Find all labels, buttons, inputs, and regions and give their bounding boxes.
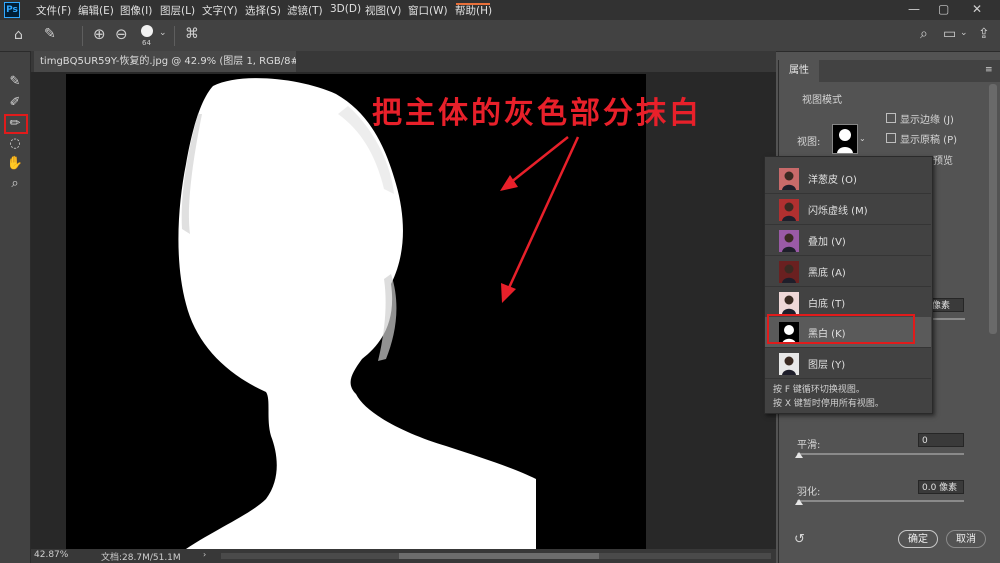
- minimize-button[interactable]: —: [908, 2, 920, 16]
- feather-slider[interactable]: [797, 500, 964, 502]
- view-mode-dropdown: 洋葱皮 (O) 闪烁虚线 (M) 叠加 (V) 黑底 (A) 白底 (T) 黑白…: [764, 156, 933, 414]
- status-bar: 42.87% 文档:28.7M/51.1M ›: [31, 549, 776, 563]
- view-thumbnail[interactable]: [832, 124, 858, 154]
- sample-all-layers-icon[interactable]: ⌘: [185, 26, 199, 42]
- lasso-tool-icon[interactable]: ◌: [6, 135, 24, 153]
- zoom-level[interactable]: 42.87%: [34, 550, 68, 560]
- brush-size-value: 64: [142, 39, 151, 47]
- brush-size-dot-icon[interactable]: [141, 25, 153, 37]
- ok-button[interactable]: 确定: [898, 530, 938, 548]
- view-option-label: 洋葱皮 (O): [808, 175, 857, 186]
- thumbnail-icon: [779, 230, 799, 252]
- document-tab[interactable]: timgBQ5UR59Y-恢复的.jpg @ 42.9% (图层 1, RGB/…: [34, 51, 296, 72]
- document-size-info: 文档:28.7M/51.1M: [101, 553, 181, 563]
- menu-select[interactable]: 选择(S): [245, 3, 281, 18]
- subtract-from-region-icon[interactable]: ⊖: [115, 25, 128, 43]
- dropdown-hint-disable: 按 X 键暂时停用所有视图。: [773, 399, 884, 409]
- show-edge-checkbox[interactable]: [886, 113, 896, 123]
- brush-preset-icon[interactable]: ✎: [44, 26, 56, 42]
- horizontal-scrollbar[interactable]: [221, 553, 771, 559]
- view-option-on-black[interactable]: 黑底 (A): [765, 256, 931, 287]
- share-icon[interactable]: ⇪: [978, 26, 990, 42]
- menu-layer[interactable]: 图层(L): [160, 3, 195, 18]
- selected-option-highlight: [767, 314, 915, 344]
- menu-view[interactable]: 视图(V): [365, 3, 401, 18]
- thumbnail-icon: [779, 261, 799, 283]
- menu-window[interactable]: 窗口(W): [408, 3, 448, 18]
- quick-selection-tool-icon[interactable]: ✎: [6, 73, 24, 91]
- smooth-label: 平滑:: [797, 440, 821, 451]
- view-option-label: 叠加 (V): [808, 237, 846, 248]
- view-option-marching-ants[interactable]: 闪烁虚线 (M): [765, 194, 931, 225]
- menu-type[interactable]: 文字(Y): [202, 3, 238, 18]
- show-original-label: 显示原稿 (P): [900, 135, 958, 146]
- show-original-checkbox[interactable]: [886, 133, 896, 143]
- annotation-arrows: [500, 136, 580, 303]
- dropdown-hint-cycle: 按 F 键循环切换视图。: [773, 385, 865, 395]
- menu-3d[interactable]: 3D(D): [330, 3, 361, 15]
- active-tool-highlight: [4, 114, 28, 134]
- smooth-field[interactable]: 0: [918, 433, 964, 447]
- view-option-label: 闪烁虚线 (M): [808, 206, 868, 217]
- home-icon[interactable]: ⌂: [14, 27, 23, 43]
- feather-label: 羽化:: [797, 487, 821, 498]
- options-separator: [174, 26, 175, 46]
- cancel-button[interactable]: 取消: [946, 530, 986, 548]
- silhouette-icon: [837, 129, 853, 153]
- refine-edge-brush-tool-icon[interactable]: ✐: [6, 94, 24, 112]
- hand-tool-icon[interactable]: ✋: [6, 155, 24, 173]
- document-tab-title: timgBQ5UR59Y-恢复的.jpg @ 42.9% (图层 1, RGB/…: [40, 56, 296, 67]
- feather-slider-thumb[interactable]: [795, 499, 803, 505]
- smooth-slider[interactable]: [797, 453, 964, 455]
- menu-filter[interactable]: 滤镜(T): [287, 3, 323, 18]
- maximize-button[interactable]: ▢: [938, 2, 949, 16]
- radius-field[interactable]: 像素: [928, 298, 964, 312]
- view-option-label: 黑底 (A): [808, 268, 846, 279]
- radius-slider[interactable]: [933, 318, 965, 320]
- view-option-onion-skin[interactable]: 洋葱皮 (O): [765, 163, 931, 194]
- feather-field[interactable]: 0.0 像素: [918, 480, 964, 494]
- workspace-icon[interactable]: ▭: [943, 26, 956, 42]
- chevron-down-icon[interactable]: ⌄: [960, 28, 968, 38]
- view-mode-heading: 视图模式: [802, 95, 842, 106]
- panel-menu-icon[interactable]: ≡: [985, 65, 993, 75]
- menu-edit[interactable]: 编辑(E): [78, 3, 114, 18]
- photoshop-logo: Ps: [4, 2, 20, 18]
- thumbnail-icon: [779, 199, 799, 221]
- view-label: 视图:: [797, 137, 821, 148]
- view-option-layer[interactable]: 图层 (Y): [765, 348, 931, 379]
- thumbnail-icon: [779, 168, 799, 190]
- horizontal-scroll-thumb[interactable]: [399, 553, 599, 559]
- menu-help[interactable]: 帮助(H): [455, 3, 492, 18]
- search-icon[interactable]: ⌕: [920, 26, 928, 42]
- chevron-right-icon[interactable]: ›: [203, 550, 206, 559]
- add-to-region-icon[interactable]: ⊕: [93, 25, 106, 43]
- menu-file[interactable]: 文件(F): [36, 3, 71, 18]
- view-option-label: 图层 (Y): [808, 360, 846, 371]
- smooth-slider-thumb[interactable]: [795, 452, 803, 458]
- close-window-button[interactable]: ✕: [972, 2, 982, 16]
- reset-icon[interactable]: ↺: [794, 532, 805, 547]
- panel-scrollbar[interactable]: [989, 84, 997, 334]
- tab-properties[interactable]: 属性: [779, 60, 819, 82]
- show-edge-label: 显示边缘 (J): [900, 115, 954, 126]
- preview-label: 预览: [933, 156, 953, 167]
- options-separator: [82, 26, 83, 46]
- thumbnail-icon: [779, 292, 799, 314]
- view-option-overlay[interactable]: 叠加 (V): [765, 225, 931, 256]
- view-option-label: 白底 (T): [808, 299, 846, 310]
- menu-image[interactable]: 图像(I): [120, 3, 152, 18]
- zoom-tool-icon[interactable]: ⌕: [6, 175, 24, 193]
- chevron-down-icon[interactable]: ⌄: [159, 28, 167, 38]
- thumbnail-icon: [779, 353, 799, 375]
- view-dropdown-chevron-icon[interactable]: ⌄: [859, 134, 866, 143]
